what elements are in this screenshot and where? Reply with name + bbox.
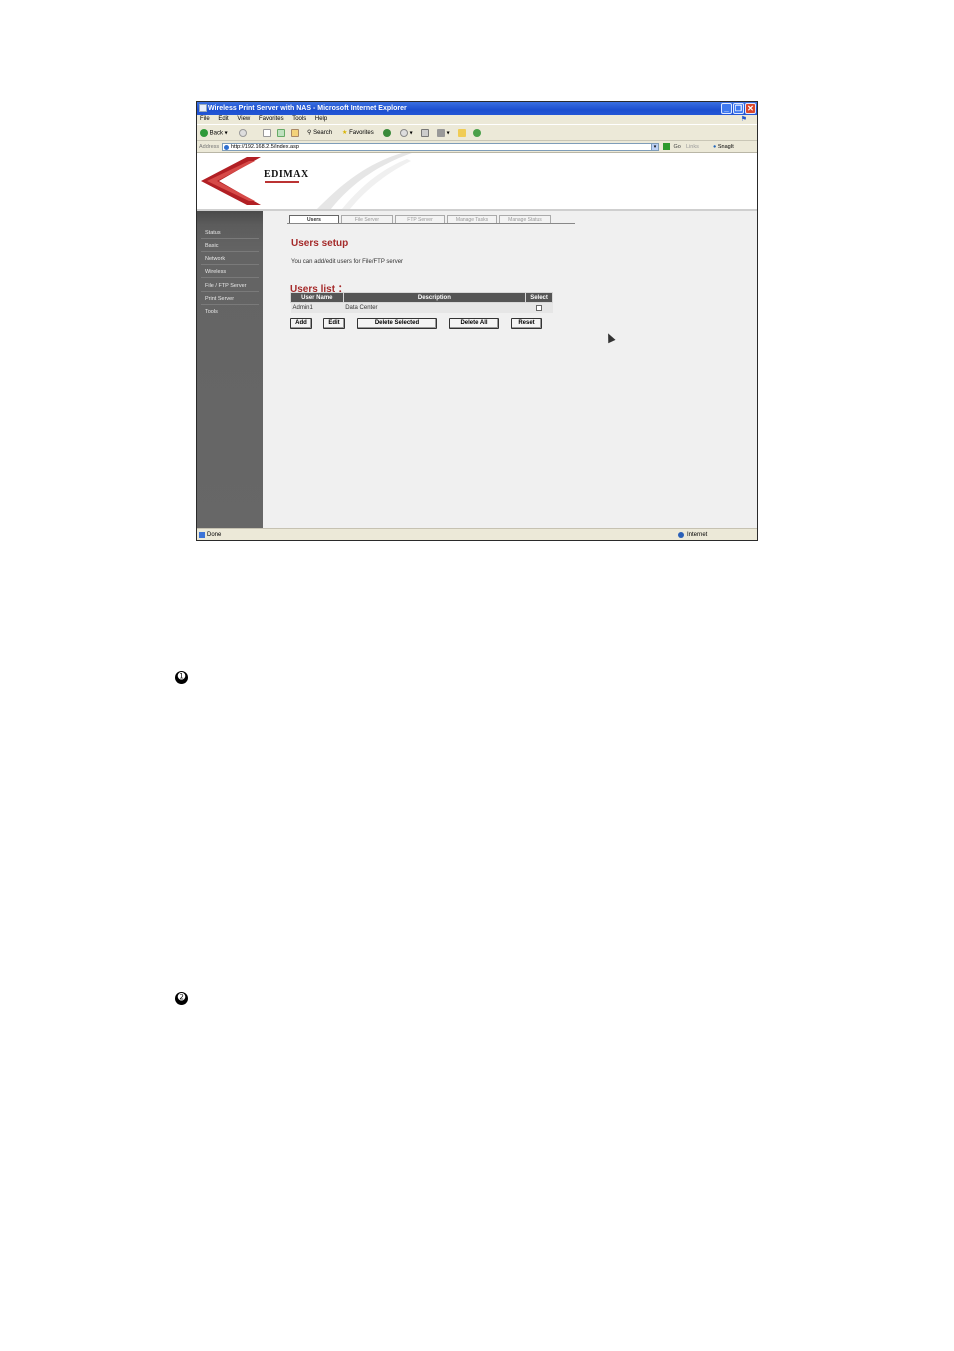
reset-button[interactable]: Reset [511, 318, 542, 329]
print-icon [437, 129, 445, 137]
back-arrow-icon [200, 129, 208, 137]
mail-button[interactable] [421, 129, 429, 138]
ie-app-icon [199, 104, 207, 112]
star-icon: ★ [342, 130, 348, 136]
sidebar-item-print-server[interactable]: Print Server [201, 293, 259, 305]
menu-tools[interactable]: Tools [292, 116, 306, 122]
media-icon [383, 129, 391, 137]
cell-user-name: Admin1 [290, 302, 344, 313]
sidebar-item-basic[interactable]: Basic [201, 240, 259, 252]
cell-description: Data Center [343, 302, 526, 313]
mail-icon [421, 129, 429, 137]
mouse-cursor-icon [604, 331, 616, 344]
refresh-button[interactable] [277, 129, 285, 138]
tab-manage-tasks[interactable]: Manage Tasks [447, 215, 497, 223]
refresh-icon [277, 129, 285, 137]
edit-button[interactable]: Edit [323, 318, 345, 329]
address-input[interactable]: http://192.168.2.5/index.asp ▾ [222, 143, 659, 151]
sidebar: Status Basic Network Wireless File / FTP… [197, 211, 263, 529]
snagit-icon: ● [713, 144, 717, 150]
tab-file-server[interactable]: File Server [341, 215, 393, 223]
menu-edit[interactable]: Edit [218, 116, 228, 122]
print-button[interactable]: ▾ [437, 129, 450, 138]
forward-arrow-icon [239, 129, 247, 137]
menu-view[interactable]: View [237, 116, 250, 122]
page-header: EDIMAX [197, 153, 757, 211]
go-button[interactable]: Go [663, 141, 681, 153]
step-marker-1: ➊ [175, 671, 188, 684]
sidebar-item-wireless[interactable]: Wireless [201, 266, 259, 278]
cell-select [525, 302, 553, 313]
add-button[interactable]: Add [290, 318, 312, 329]
ie-page-icon [224, 145, 229, 150]
sidebar-item-file-ftp-server[interactable]: File / FTP Server [201, 280, 259, 292]
maximize-icon[interactable]: ❐ [733, 103, 744, 114]
row-select-checkbox[interactable] [536, 304, 543, 311]
tab-ftp-server[interactable]: FTP Server [395, 215, 445, 223]
page-description: You can add/edit users for File/FTP serv… [291, 259, 404, 265]
web-page: EDIMAX Status Basic Network Wireless Fil… [197, 153, 757, 529]
address-bar: Address http://192.168.2.5/index.asp ▾ G… [197, 141, 757, 153]
status-text: Done [207, 532, 222, 538]
column-header-select: Select [525, 292, 553, 303]
tab-manage-status[interactable]: Manage Status [499, 215, 551, 223]
go-arrow-icon [663, 143, 670, 151]
messenger-button[interactable] [473, 129, 481, 138]
sidebar-item-network[interactable]: Network [201, 253, 259, 265]
address-dropdown-icon[interactable]: ▾ [651, 143, 659, 151]
page-done-icon [199, 532, 205, 538]
history-button[interactable]: ▾ [400, 129, 413, 138]
delete-all-button[interactable]: Delete All [449, 318, 499, 329]
delete-selected-button[interactable]: Delete Selected [357, 318, 437, 329]
history-icon [400, 129, 408, 137]
menu-favorites[interactable]: Favorites [259, 116, 284, 122]
column-header-description: Description [342, 292, 527, 303]
tab-underline [287, 223, 575, 224]
edimax-logo: EDIMAX [264, 169, 309, 180]
forward-button[interactable] [239, 129, 247, 138]
logo-underline [265, 181, 299, 183]
table-header-row: User Name Description Select [290, 292, 553, 303]
snagit-button[interactable]: ● SnagIt [713, 141, 734, 153]
minimize-icon[interactable]: _ [721, 103, 732, 114]
browser-toolbar: Back ▾ ⚲ Search ★ Favorites ▾ ▾ [197, 124, 757, 141]
folder-button[interactable] [458, 129, 466, 138]
title-bar: Wireless Print Server with NAS - Microso… [197, 102, 757, 115]
internet-zone-icon [678, 532, 684, 538]
page-title: Users setup [291, 238, 349, 249]
home-icon [291, 129, 299, 137]
tab-users[interactable]: Users [289, 215, 339, 223]
status-bar: Done Internet [197, 528, 757, 540]
security-zone-label: Internet [687, 532, 708, 538]
menu-bar: File Edit View Favorites Tools Help ⚑ [197, 115, 757, 124]
window-controls: _ ❐ ✕ [721, 103, 756, 114]
favorites-button[interactable]: ★ Favorites [342, 129, 374, 138]
close-icon[interactable]: ✕ [745, 103, 756, 114]
sidebar-item-tools[interactable]: Tools [201, 306, 259, 318]
messenger-icon [473, 129, 481, 137]
folder-icon [458, 129, 466, 137]
search-icon: ⚲ [307, 130, 312, 136]
users-table: User Name Description Select Admin1 Data… [290, 292, 553, 313]
back-button[interactable]: Back ▾ [200, 129, 228, 138]
home-button[interactable] [291, 129, 299, 138]
menu-file[interactable]: File [200, 116, 210, 122]
address-label: Address [199, 144, 220, 150]
menu-help[interactable]: Help [315, 116, 327, 122]
sidebar-item-status[interactable]: Status [201, 227, 259, 239]
links-button[interactable]: Links [686, 141, 699, 153]
stop-button[interactable] [263, 129, 271, 138]
step-marker-2: ➋ [175, 992, 188, 1005]
column-header-user-name: User Name [290, 292, 344, 303]
media-button[interactable] [383, 129, 391, 138]
browser-window: Wireless Print Server with NAS - Microso… [196, 101, 758, 541]
window-title: Wireless Print Server with NAS - Microso… [208, 105, 407, 112]
stop-icon [263, 129, 271, 137]
windows-logo-icon: ⚑ [740, 116, 747, 123]
search-button[interactable]: ⚲ Search [307, 129, 332, 138]
table-row: Admin1 Data Center [290, 302, 553, 313]
